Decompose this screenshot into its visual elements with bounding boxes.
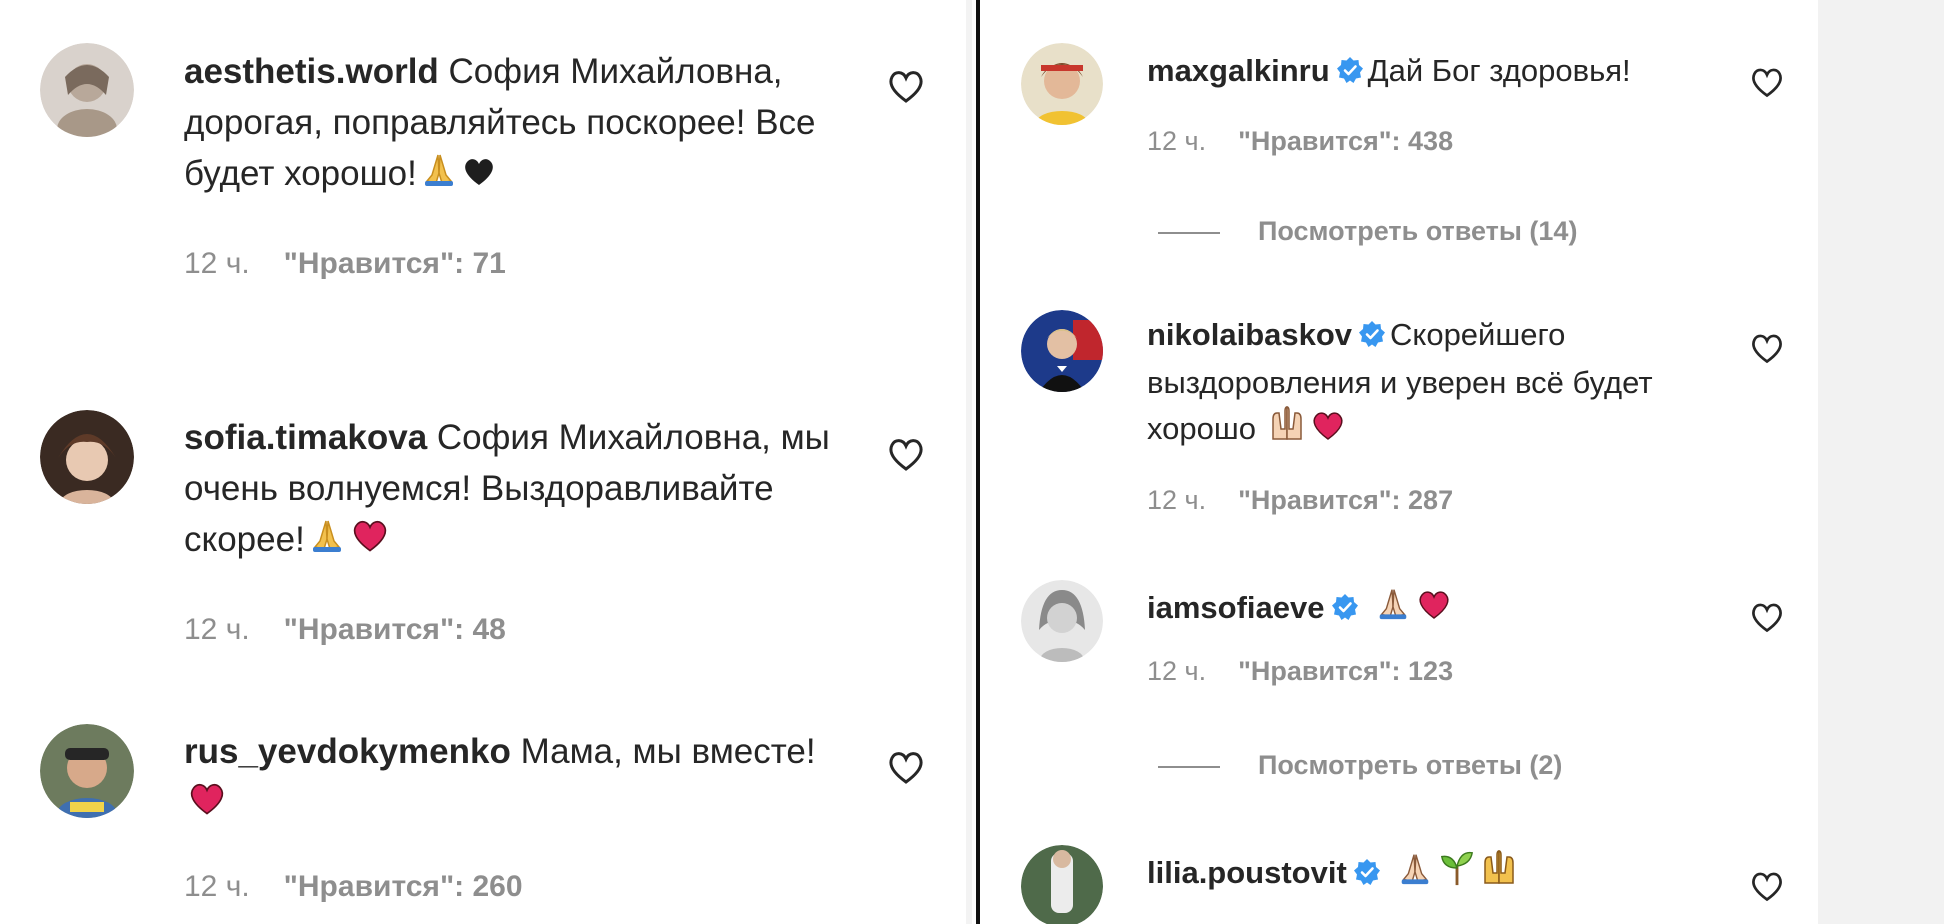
panel-gap [966,0,972,924]
comment-time: 12 ч. [1147,485,1207,515]
verified-badge-icon [1336,51,1364,96]
comment: lilia.poustovit [980,824,1818,924]
comment-text: maxgalkinru Дай Бог здоровья! [1147,48,1747,96]
comment-username[interactable]: lilia.poustovit [1147,855,1347,890]
comment: rus_yevdokymenko Мама, мы вместе! 12 ч. "… [0,695,966,924]
comment: iamsofiaeve 12 ч. "Нравится": 123 Посмотр… [980,552,1818,824]
comment: nikolaibaskov Скорейшего выздоровления и … [980,290,1818,552]
comment-meta: 12 ч. "Нравится": 123 [1147,656,1687,687]
comment-text: iamsofiaeve [1147,584,1687,634]
like-heart-icon[interactable] [1749,330,1785,366]
avatar[interactable] [40,410,134,504]
comment-time: 12 ч. [184,247,250,280]
comment-username[interactable]: iamsofiaeve [1147,590,1325,625]
verified-badge-icon [1353,853,1381,898]
comment-message: Дай Бог здоровья! [1367,53,1631,88]
avatar[interactable] [40,724,134,818]
comment: maxgalkinru Дай Бог здоровья! 12 ч. "Нрави… [980,0,1818,290]
view-replies-label[interactable]: Посмотреть ответы (14) [1258,216,1577,246]
comment-username[interactable]: aesthetis.world [184,52,439,91]
verified-badge-icon [1358,315,1386,360]
comment-text: nikolaibaskov Скорейшего выздоровления и … [1147,312,1687,455]
comment-time: 12 ч. [184,613,250,646]
comment-time: 12 ч. [1147,126,1207,156]
replies-line [1158,765,1220,768]
comment-username[interactable]: nikolaibaskov [1147,317,1352,352]
black-heart-icon [461,152,497,203]
comment-username[interactable]: rus_yevdokymenko [184,732,511,771]
folded-hands-icon [419,149,459,203]
folded-hands-icon [307,515,347,569]
likes-count[interactable]: "Нравится": 438 [1238,126,1453,156]
avatar[interactable] [1021,845,1103,924]
comment-meta: 12 ч. "Нравится": 438 [1147,126,1747,157]
folded-hands-icon [1373,584,1413,634]
comment-meta: 12 ч. "Нравится": 71 [184,247,854,281]
replies-line [1158,231,1220,234]
right-comments-panel: maxgalkinru Дай Бог здоровья! 12 ч. "Нрави… [980,0,1818,924]
comment-text: sofia.timakova София Михайловна, мы очен… [184,412,864,569]
avatar[interactable] [1021,43,1103,125]
like-heart-icon[interactable] [886,66,926,106]
view-replies-button[interactable]: Посмотреть ответы (14) [1158,216,1577,247]
seedling-icon [1437,849,1477,899]
comment-meta: 12 ч. "Нравится": 287 [1147,485,1687,516]
avatar[interactable] [1021,580,1103,662]
comment-username[interactable]: maxgalkinru [1147,53,1330,88]
comment-time: 12 ч. [184,870,250,903]
comment-message: Мама, мы вместе! [520,732,816,771]
comment-time: 12 ч. [1147,656,1207,686]
likes-count[interactable]: "Нравится": 123 [1238,656,1453,686]
likes-count[interactable]: "Нравится": 71 [284,247,506,280]
comment-meta: 12 ч. "Нравится": 260 [184,870,864,904]
likes-count[interactable]: "Нравится": 260 [284,870,523,903]
raised-hands-icon [1479,849,1519,899]
left-comments-panel: aesthetis.world София Михайловна, дорога… [0,0,966,924]
like-heart-icon[interactable] [1749,868,1785,904]
comment-text: aesthetis.world София Михайловна, дорога… [184,46,854,203]
comment-username[interactable]: sofia.timakova [184,418,427,457]
right-gutter [1818,0,1944,924]
like-heart-icon[interactable] [1749,64,1785,100]
view-replies-button[interactable]: Посмотреть ответы (2) [1158,750,1562,781]
folded-hands-icon [1395,849,1435,899]
comment: sofia.timakova София Михайловна, мы очен… [0,360,966,695]
verified-badge-icon [1331,588,1359,633]
avatar[interactable] [1021,310,1103,392]
likes-count[interactable]: "Нравится": 287 [1238,485,1453,515]
red-heart-icon [1415,586,1453,634]
comment-text: rus_yevdokymenko Мама, мы вместе! [184,726,864,832]
comment-text: lilia.poustovit [1147,849,1687,899]
avatar[interactable] [40,43,134,137]
comment-meta: 12 ч. "Нравится": 48 [184,613,864,647]
red-heart-icon [349,515,391,569]
like-heart-icon[interactable] [886,434,926,474]
red-heart-icon [1309,407,1347,455]
likes-count[interactable]: "Нравится": 48 [284,613,506,646]
red-heart-icon [186,778,228,832]
view-replies-label[interactable]: Посмотреть ответы (2) [1258,750,1562,780]
raised-hands-icon [1267,405,1307,455]
like-heart-icon[interactable] [1749,599,1785,635]
comment: aesthetis.world София Михайловна, дорога… [0,0,966,360]
like-heart-icon[interactable] [886,747,926,787]
